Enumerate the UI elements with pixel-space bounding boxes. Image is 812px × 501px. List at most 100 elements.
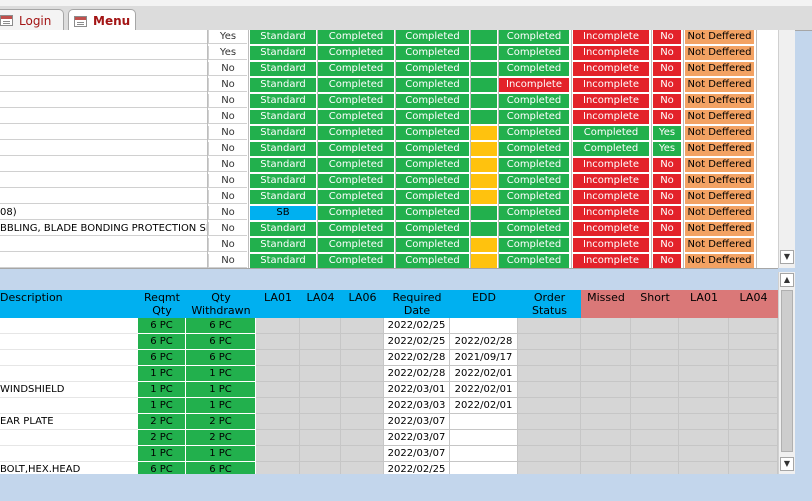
status-cell[interactable]: Completed [499,62,569,76]
description-cell[interactable] [0,254,207,268]
la04-cell[interactable] [300,366,341,382]
status-cell[interactable]: Completed [318,222,394,236]
qty-withdrawn-cell[interactable]: 1 PC [186,382,256,398]
description-cell[interactable] [0,366,138,382]
missed-cell[interactable] [581,462,631,474]
status-cell[interactable]: Incomplete [573,62,649,76]
table-row[interactable]: No Standard Completed Completed Completed Inc… [0,174,778,189]
status-cell[interactable]: Not Deffered [685,222,754,236]
edd-cell[interactable]: 2022/02/01 [450,398,518,414]
column-header-edd[interactable]: EDD [450,290,518,318]
edd-cell[interactable] [450,446,518,462]
short-cell[interactable] [631,366,679,382]
status-cell[interactable]: Completed [318,190,394,204]
column-header-missed[interactable]: Missed [581,290,631,318]
required-date-cell[interactable]: 2022/03/07 [384,446,450,462]
status-cell[interactable]: Completed [499,46,569,60]
status-cell[interactable]: Incomplete [573,190,649,204]
missed-cell[interactable] [581,430,631,446]
table-row[interactable]: 08) No SB Completed Completed Completed Incomp… [0,206,778,221]
short-cell[interactable] [631,414,679,430]
status-cell[interactable]: Completed [396,142,469,156]
short-cell[interactable] [631,446,679,462]
la04-b-cell[interactable] [729,398,778,414]
edd-cell[interactable] [450,318,518,334]
status-cell[interactable]: Standard [250,110,316,124]
table-row[interactable]: No Standard Completed Completed Incomplete In… [0,78,778,93]
status-cell[interactable]: Standard [250,222,316,236]
description-cell[interactable]: EAR PLATE [0,414,138,430]
status-cell[interactable]: Completed [318,126,394,140]
la01-b-cell[interactable] [679,350,729,366]
status-cell[interactable]: Standard [250,254,316,268]
status-cell[interactable]: Completed [318,206,394,220]
table-row[interactable]: BOLT,HEX.HEAD 6 PC 6 PC 2022/02/25 [0,462,778,474]
description-cell[interactable]: WINDSHIELD [0,382,138,398]
status-cell[interactable]: Incomplete [573,46,649,60]
status-cell[interactable]: Incomplete [573,206,649,220]
table-row[interactable]: 2 PC 2 PC 2022/03/07 [0,430,778,446]
la04-cell[interactable] [300,446,341,462]
order-status-cell[interactable] [518,334,581,350]
flag-cell[interactable]: No [208,190,247,204]
status-cell[interactable]: Incomplete [573,254,649,268]
la06-cell[interactable] [341,350,384,366]
status-cell[interactable]: Completed [318,30,394,44]
order-status-cell[interactable] [518,366,581,382]
status-cell[interactable]: Incomplete [573,222,649,236]
status-cell[interactable] [471,142,497,156]
status-cell[interactable]: Not Deffered [685,158,754,172]
table-row[interactable]: No Standard Completed Completed Completed Inc… [0,238,778,253]
table-row[interactable]: No Standard Completed Completed Completed Inc… [0,62,778,77]
la01-b-cell[interactable] [679,382,729,398]
la04-b-cell[interactable] [729,318,778,334]
la04-b-cell[interactable] [729,334,778,350]
flag-cell[interactable]: No [208,78,247,92]
description-cell[interactable] [0,30,207,44]
flag-cell[interactable]: No [208,126,247,140]
la04-b-cell[interactable] [729,382,778,398]
status-cell[interactable]: Incomplete [499,78,569,92]
description-cell[interactable]: BOLT,HEX.HEAD [0,462,138,474]
qty-withdrawn-cell[interactable]: 2 PC [186,430,256,446]
reqmt-qty-cell[interactable]: 1 PC [138,398,186,414]
reqmt-qty-cell[interactable]: 6 PC [138,350,186,366]
status-cell[interactable]: Completed [396,254,469,268]
order-status-cell[interactable] [518,462,581,474]
qty-withdrawn-cell[interactable]: 1 PC [186,398,256,414]
short-cell[interactable] [631,334,679,350]
order-status-cell[interactable] [518,430,581,446]
status-cell[interactable]: Completed [396,190,469,204]
status-cell[interactable]: Standard [250,78,316,92]
short-cell[interactable] [631,382,679,398]
la01-cell[interactable] [256,366,300,382]
qty-withdrawn-cell[interactable]: 6 PC [186,462,256,474]
status-cell[interactable]: Standard [250,94,316,108]
status-cell[interactable]: Incomplete [573,158,649,172]
description-cell[interactable] [0,334,138,350]
edd-cell[interactable]: 2021/09/17 [450,350,518,366]
status-cell[interactable]: Not Deffered [685,174,754,188]
la01-b-cell[interactable] [679,430,729,446]
lower-scrollbar[interactable]: ▲ ▼ [778,272,795,474]
description-cell[interactable] [0,142,207,156]
column-header-la06[interactable]: LA06 [341,290,384,318]
description-cell[interactable] [0,62,207,76]
short-cell[interactable] [631,430,679,446]
status-cell[interactable]: SB [250,206,316,220]
missed-cell[interactable] [581,414,631,430]
status-cell[interactable]: Completed [396,158,469,172]
missed-cell[interactable] [581,382,631,398]
required-date-cell[interactable]: 2022/02/25 [384,462,450,474]
scroll-down-icon[interactable]: ▼ [780,250,794,264]
short-cell[interactable] [631,398,679,414]
la01-cell[interactable] [256,462,300,474]
status-cell[interactable]: Completed [318,254,394,268]
la01-cell[interactable] [256,398,300,414]
required-date-cell[interactable]: 2022/02/25 [384,334,450,350]
status-cell[interactable]: Completed [499,174,569,188]
order-status-cell[interactable] [518,446,581,462]
table-row[interactable]: No Standard Completed Completed Completed Inc… [0,110,778,125]
status-cell[interactable]: No [653,62,681,76]
qty-withdrawn-cell[interactable]: 6 PC [186,350,256,366]
